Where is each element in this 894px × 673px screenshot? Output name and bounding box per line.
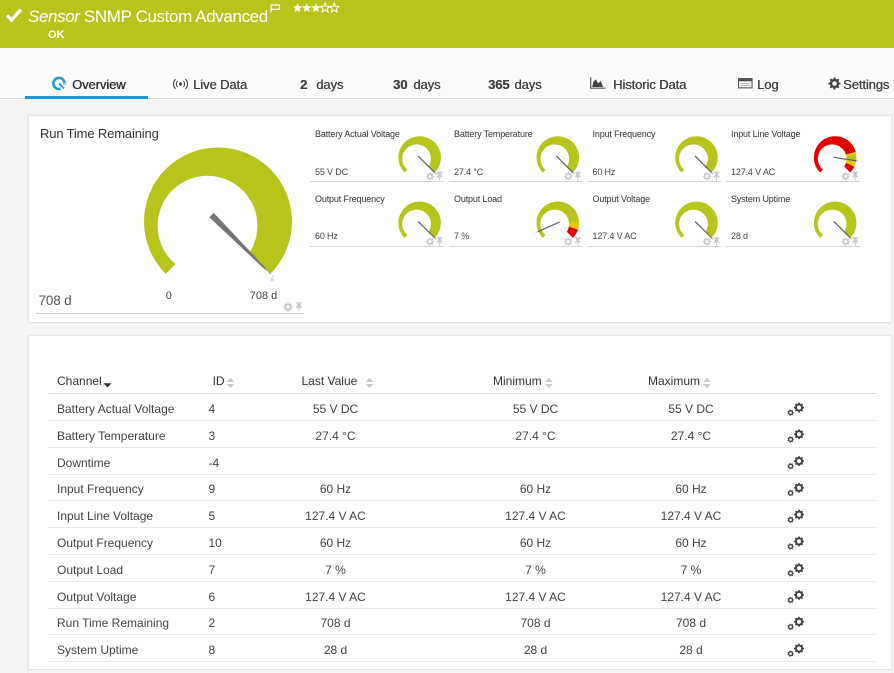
svg-text:×: × xyxy=(270,275,275,284)
